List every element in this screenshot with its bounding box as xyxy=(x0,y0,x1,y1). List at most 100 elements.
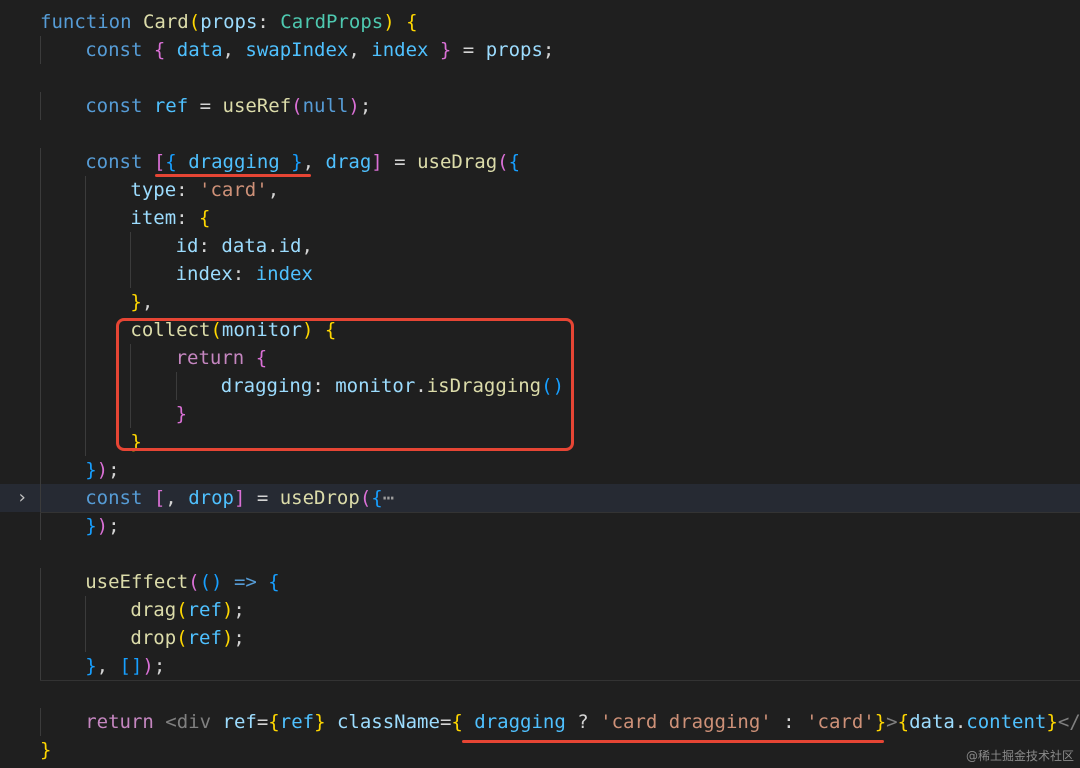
code-line[interactable]: }); xyxy=(0,456,1080,484)
identifier-token: dragging xyxy=(474,711,566,733)
code-line[interactable]: item: { xyxy=(0,204,1080,232)
indent-guide xyxy=(40,204,41,232)
code-text: drag(ref); xyxy=(130,596,244,624)
line-separator xyxy=(40,680,1080,681)
code-line[interactable]: type: 'card', xyxy=(0,176,1080,204)
code-line[interactable]: return { xyxy=(0,344,1080,372)
jsx-attribute-token: className xyxy=(336,711,440,733)
code-line[interactable]: id: data.id, xyxy=(0,232,1080,260)
identifier-token: index xyxy=(255,263,313,285)
punctuation-token: ; xyxy=(233,599,245,621)
code-line[interactable]: const { data, swapIndex, index } = props… xyxy=(0,36,1080,64)
bracket-token: { xyxy=(199,207,211,229)
code-line[interactable]: return <div ref={ref} className={ draggi… xyxy=(0,708,1080,736)
code-line[interactable] xyxy=(0,120,1080,148)
code-line[interactable]: › const [, drop] = useDrop({⋯ xyxy=(0,484,1080,512)
function-name-token: Card xyxy=(142,11,189,33)
code-text: dragging: monitor.isDragging() xyxy=(221,372,564,400)
punctuation-token xyxy=(177,151,188,173)
type-token: CardProps xyxy=(280,11,384,33)
punctuation-token xyxy=(132,11,143,33)
identifier-token: dragging xyxy=(188,151,280,173)
punctuation-token xyxy=(257,571,268,593)
punctuation-token xyxy=(463,711,474,733)
punctuation-token xyxy=(165,39,176,61)
jsx-tag-token: < xyxy=(165,711,177,733)
punctuation-token: ; xyxy=(153,655,166,677)
code-text: return <div ref={ref} className={ draggi… xyxy=(85,708,1080,736)
punctuation-token: = xyxy=(439,711,452,733)
string-token: 'card' xyxy=(806,711,875,733)
indent-guide xyxy=(40,36,41,64)
punctuation-token: : xyxy=(176,207,200,229)
code-line[interactable]: dragging: monitor.isDragging() xyxy=(0,372,1080,400)
indent-guide xyxy=(85,624,87,652)
bracket-token: } xyxy=(291,151,303,173)
bracket-token: } xyxy=(130,431,142,453)
indent-guide xyxy=(40,456,41,484)
indent-guide xyxy=(40,652,41,680)
code-line[interactable]: drop(ref); xyxy=(0,624,1080,652)
bracket-token: { xyxy=(324,319,337,341)
indent-guide xyxy=(130,372,132,400)
fold-chevron-right-icon[interactable]: › xyxy=(14,484,30,512)
bracket-token: } xyxy=(1046,711,1058,733)
keyword-token: const xyxy=(85,95,143,117)
punctuation-token: , xyxy=(141,291,154,313)
punctuation-token xyxy=(244,347,255,369)
code-line[interactable]: useEffect(() => { xyxy=(0,568,1080,596)
punctuation-token: = xyxy=(382,151,418,173)
code-line[interactable]: }, xyxy=(0,288,1080,316)
code-line[interactable]: } xyxy=(0,428,1080,456)
punctuation-token: ; xyxy=(108,515,120,537)
bracket-token: ) xyxy=(383,11,395,33)
string-token: 'card dragging' xyxy=(600,711,772,733)
code-line[interactable]: function Card(props: CardProps) { xyxy=(0,8,1080,36)
indent-guide xyxy=(40,400,41,428)
keyword-token: function xyxy=(40,11,132,33)
code-line[interactable]: }, []); xyxy=(0,652,1080,680)
bracket-token: ( xyxy=(176,599,188,621)
bracket-token: ( xyxy=(291,95,303,117)
bracket-token: ( xyxy=(210,319,222,341)
code-text: } xyxy=(130,428,141,456)
code-text: useEffect(() => { xyxy=(85,568,280,596)
variable-token: monitor xyxy=(221,319,302,341)
code-line[interactable] xyxy=(0,540,1080,568)
code-text: }, xyxy=(130,288,153,316)
bracket-token: } xyxy=(130,291,142,313)
code-line[interactable]: drag(ref); xyxy=(0,596,1080,624)
code-line[interactable]: } xyxy=(0,400,1080,428)
code-line[interactable]: const [{ dragging }, drag] = useDrag({ xyxy=(0,148,1080,176)
code-line[interactable] xyxy=(0,680,1080,708)
indent-guide xyxy=(40,260,41,288)
code-editor[interactable]: function Card(props: CardProps) {const {… xyxy=(0,0,1080,768)
code-line[interactable]: index: index xyxy=(0,260,1080,288)
code-line[interactable]: }); xyxy=(0,512,1080,540)
function-name-token: isDragging xyxy=(426,375,542,397)
code-text: drop(ref); xyxy=(130,624,244,652)
indent-guide xyxy=(40,596,41,624)
indent-guide xyxy=(40,148,41,176)
variable-token: props xyxy=(485,39,543,61)
punctuation-token xyxy=(313,319,324,341)
code-line[interactable]: } xyxy=(0,736,1080,764)
code-text: } xyxy=(40,736,51,764)
punctuation-token: . xyxy=(415,375,427,397)
variable-token: data xyxy=(221,235,268,257)
code-text: }); xyxy=(85,512,119,540)
code-line[interactable]: collect(monitor) { xyxy=(0,316,1080,344)
jsx-tag-token: div xyxy=(176,711,212,733)
bracket-token: [] xyxy=(119,655,143,677)
bracket-token: { xyxy=(165,151,177,173)
code-text: const [{ dragging }, drag] = useDrag({ xyxy=(85,148,520,176)
indent-guide xyxy=(85,316,87,344)
bracket-token: { xyxy=(451,711,463,733)
identifier-token: ref xyxy=(153,95,189,117)
bracket-token: ) xyxy=(348,95,360,117)
code-line[interactable] xyxy=(0,64,1080,92)
code-line[interactable]: const ref = useRef(null); xyxy=(0,92,1080,120)
bracket-token: ] xyxy=(371,151,383,173)
function-name-token: useDrag xyxy=(417,151,498,173)
punctuation-token: = xyxy=(256,711,269,733)
